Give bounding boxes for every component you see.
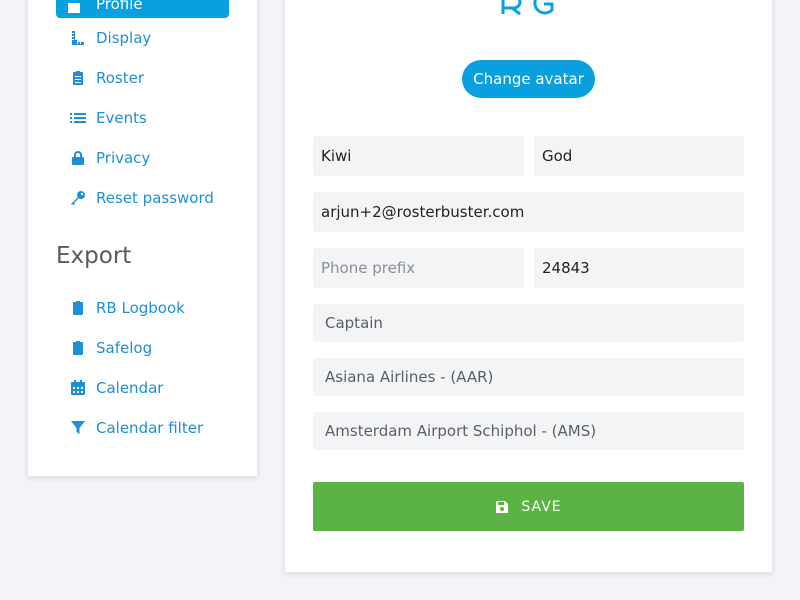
avatar-initials-logo [500,0,560,16]
sidebar-item-display[interactable]: Display [70,26,151,50]
sidebar-item-label: Events [96,109,147,127]
first-name-field[interactable] [313,136,524,176]
rank-select[interactable]: Captain [313,304,744,342]
clipboard-list-icon [70,70,86,86]
calendar-icon [70,380,86,396]
sidebar-item-calendar-filter[interactable]: Calendar filter [70,416,203,440]
sidebar-item-privacy[interactable]: Privacy [70,146,150,170]
base-airport-select-value: Amsterdam Airport Schiphol - (AMS) [325,422,597,440]
last-name-field[interactable] [534,136,744,176]
sidebar-item-events[interactable]: Events [70,106,147,130]
sidebar-item-label: Reset password [96,189,214,207]
sidebar-item-calendar[interactable]: Calendar [70,376,163,400]
lock-icon [70,150,86,166]
list-icon [70,110,86,126]
base-airport-select[interactable]: Amsterdam Airport Schiphol - (AMS) [313,412,744,450]
sidebar-item-roster[interactable]: Roster [70,66,144,90]
sidebar-item-safelog[interactable]: Safelog [70,336,152,360]
clipboard-icon [70,340,86,356]
sidebar-item-profile[interactable]: Profile [56,0,229,18]
phone-prefix-field[interactable] [313,248,524,288]
profile-card: Change avatar Captain Asiana Airlines - … [285,0,772,572]
settings-sidebar: Profile Display Roster Events Privacy Re… [28,0,257,476]
save-button-label: SAVE [521,498,562,515]
sidebar-item-label: Safelog [96,339,153,357]
floppy-disk-icon [495,500,509,514]
sidebar-item-label: RB Logbook [96,299,185,317]
sidebar-item-label: Calendar [96,379,164,397]
clipboard-icon [70,300,86,316]
airline-select-value: Asiana Airlines - (AAR) [325,368,494,386]
save-button[interactable]: SAVE [313,482,744,531]
phone-number-field[interactable] [534,248,744,288]
email-field[interactable] [313,192,744,232]
filter-icon [70,420,86,436]
sidebar-item-reset-password[interactable]: Reset password [70,186,214,210]
sidebar-item-label: Calendar filter [96,419,204,437]
sidebar-item-rb-logbook[interactable]: RB Logbook [70,296,185,320]
user-card-icon [68,0,80,13]
airline-select[interactable]: Asiana Airlines - (AAR) [313,358,744,396]
sidebar-item-label: Privacy [96,149,151,167]
rank-select-value: Captain [325,314,383,332]
export-section-title: Export [56,243,132,269]
sidebar-item-label: Display [96,29,152,47]
ruler-icon [70,30,86,46]
key-icon [70,190,86,206]
change-avatar-button[interactable]: Change avatar [462,60,595,98]
sidebar-item-label: Roster [96,69,145,87]
sidebar-item-label: Profile [96,0,143,13]
